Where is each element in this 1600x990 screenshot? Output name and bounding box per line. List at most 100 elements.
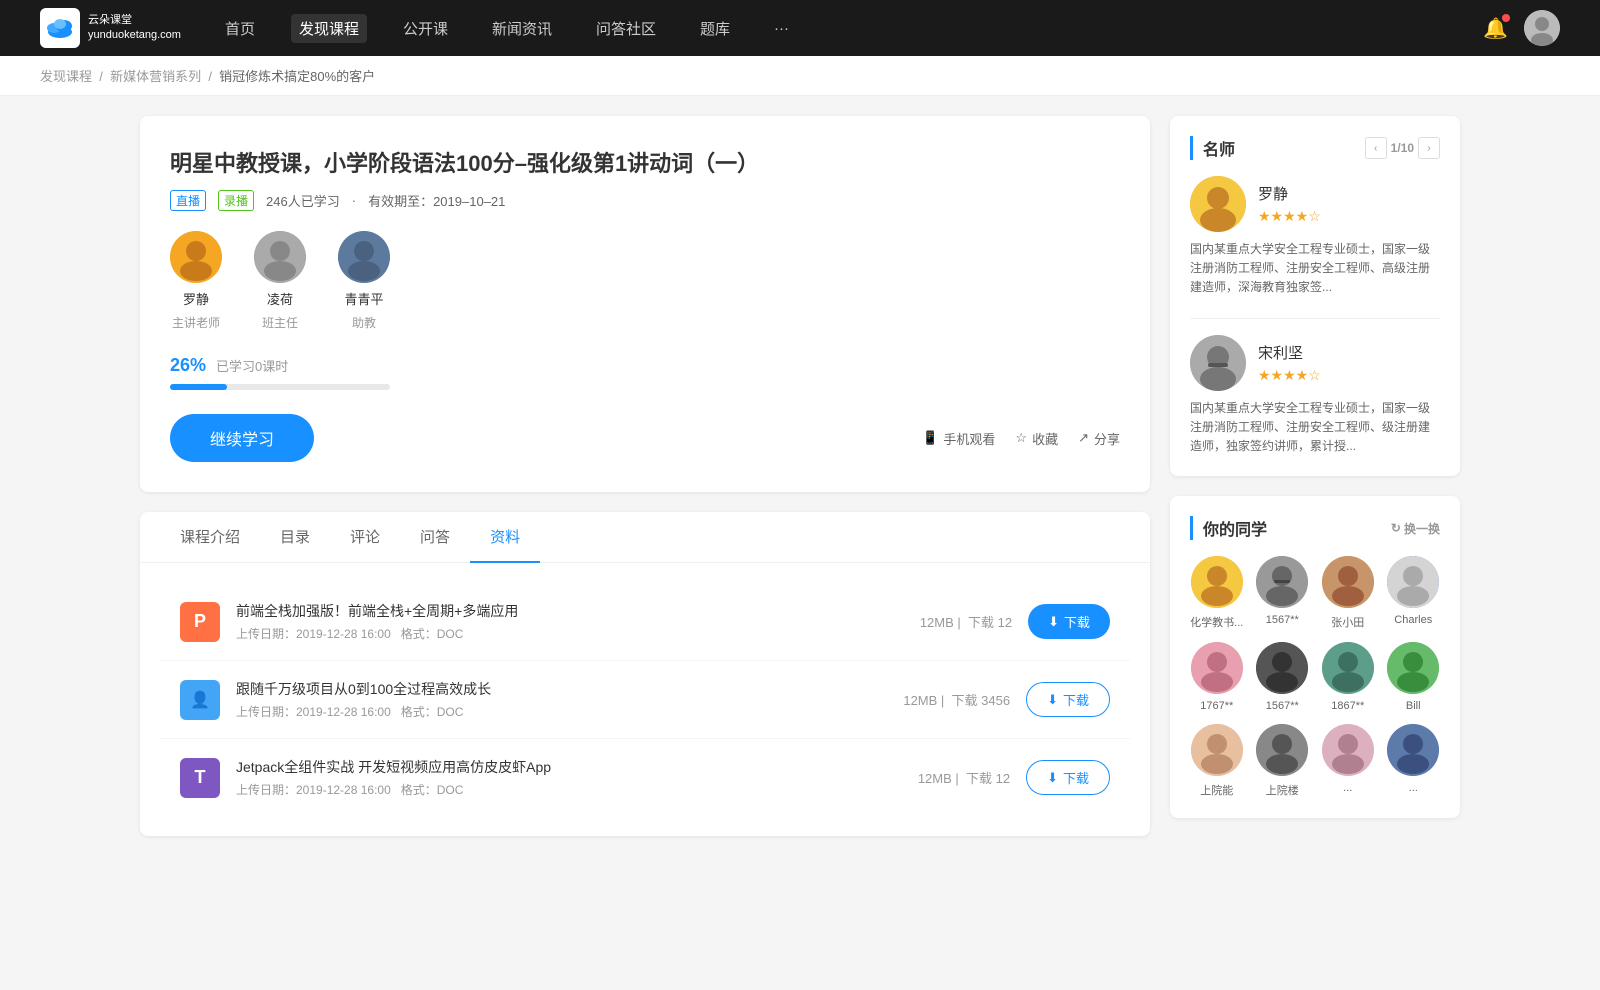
progress-pct: 26% <box>170 355 206 376</box>
share-link[interactable]: ↗ 分享 <box>1078 429 1120 448</box>
classmate-10-avatar[interactable] <box>1256 724 1308 776</box>
continue-button[interactable]: 继续学习 <box>170 414 314 462</box>
classmate-3-name: 张小田 <box>1331 614 1364 630</box>
resource-info-3: Jetpack全组件实战 开发短视频应用高仿皮皮虾App 上传日期：2019-1… <box>236 757 902 798</box>
resource-meta-1: 上传日期：2019-12-28 16:00 格式：DOC <box>236 625 904 642</box>
nav-item-more[interactable]: ··· <box>766 16 797 41</box>
classmate-4-avatar[interactable] <box>1387 556 1439 608</box>
tab-resources[interactable]: 资料 <box>470 512 540 563</box>
classmate-7: 1867** <box>1321 642 1375 712</box>
content-left: 明星中教授课，小学阶段语法100分–强化级第1讲动词（一） 直播 录播 246人… <box>140 116 1150 838</box>
nav-right: 🔔 <box>1483 10 1560 46</box>
resource-stats-2: 12MB | 下载 3456 <box>903 690 1010 709</box>
classmate-7-avatar[interactable] <box>1322 642 1374 694</box>
classmate-5: 1767** <box>1190 642 1244 712</box>
progress-bar-fill <box>170 384 227 390</box>
course-actions: 继续学习 📱 手机观看 ☆ 收藏 ↗ 分享 <box>170 414 1120 462</box>
nav-item-news[interactable]: 新闻资讯 <box>484 14 560 43</box>
classmate-3: 张小田 <box>1321 556 1375 630</box>
collect-link[interactable]: ☆ 收藏 <box>1015 429 1058 448</box>
nav-item-qa[interactable]: 问答社区 <box>588 14 664 43</box>
tab-catalog[interactable]: 目录 <box>260 512 330 563</box>
sidebar-teacher-1-header: 罗静 ★★★★☆ <box>1190 176 1440 232</box>
teacher-2-role: 班主任 <box>262 314 298 331</box>
sidebar-teacher-2-info: 宋利坚 ★★★★☆ <box>1258 342 1321 384</box>
action-links: 📱 手机观看 ☆ 收藏 ↗ 分享 <box>922 429 1120 448</box>
prev-teacher-btn[interactable]: ‹ <box>1365 137 1387 159</box>
teachers-row: 罗静 主讲老师 凌荷 班主任 <box>170 231 1120 331</box>
sidebar-page: 1/10 <box>1391 141 1414 155</box>
download-button-1[interactable]: ⬇ 下载 <box>1028 604 1110 639</box>
classmate-11-avatar[interactable] <box>1322 724 1374 776</box>
download-icon-3: ⬇ <box>1047 770 1058 786</box>
nav-item-home[interactable]: 首页 <box>217 14 263 43</box>
sidebar-teacher-1: 罗静 ★★★★☆ 国内某重点大学安全工程专业硕士，国家一级注册消防工程师、注册安… <box>1190 176 1440 298</box>
tabs-section: 课程介绍 目录 评论 问答 资料 P 前端全栈加强版！前端全栈+全周期+多端应用… <box>140 512 1150 836</box>
classmate-2-avatar[interactable] <box>1256 556 1308 608</box>
share-icon: ↗ <box>1078 430 1089 446</box>
nav-left: 云朵课堂 yunduoketang.com 首页 发现课程 公开课 新闻资讯 问… <box>40 8 797 48</box>
sidebar-right: 名师 ‹ 1/10 › <box>1170 116 1460 838</box>
classmate-12-avatar[interactable] <box>1387 724 1439 776</box>
bell-icon[interactable]: 🔔 <box>1483 16 1508 41</box>
classmate-5-avatar[interactable] <box>1191 642 1243 694</box>
nav-items: 首页 发现课程 公开课 新闻资讯 问答社区 题库 ··· <box>217 14 797 43</box>
sidebar-teacher-2-desc: 国内某重点大学安全工程专业硕士，国家一级注册消防工程师、注册安全工程师、级注册建… <box>1190 399 1440 457</box>
progress-desc: 已学习0课时 <box>216 356 288 375</box>
resource-title-3: Jetpack全组件实战 开发短视频应用高仿皮皮虾App <box>236 757 902 777</box>
course-meta: 直播 录播 246人已学习 · 有效期至：2019–10–21 <box>170 190 1120 211</box>
refresh-button[interactable]: ↻ 换一换 <box>1391 520 1440 537</box>
classmate-10-name: 上院楼 <box>1266 782 1299 798</box>
mobile-icon: 📱 <box>922 430 938 446</box>
nav-item-discover[interactable]: 发现课程 <box>291 14 367 43</box>
star-icon: ☆ <box>1015 430 1027 446</box>
sidebar-teacher-1-stars: ★★★★☆ <box>1258 208 1321 225</box>
resource-meta-3: 上传日期：2019-12-28 16:00 格式：DOC <box>236 781 902 798</box>
classmate-6-avatar[interactable] <box>1256 642 1308 694</box>
download-button-3[interactable]: ⬇ 下载 <box>1026 760 1110 795</box>
classmate-5-name: 1767** <box>1200 700 1233 712</box>
breadcrumb-discover[interactable]: 发现课程 <box>40 69 92 84</box>
refresh-icon: ↻ <box>1391 521 1401 535</box>
valid-until: 有效期至：2019–10–21 <box>368 191 505 210</box>
download-button-2[interactable]: ⬇ 下载 <box>1026 682 1110 717</box>
resource-stats-3: 12MB | 下载 12 <box>918 768 1010 787</box>
classmate-3-avatar[interactable] <box>1322 556 1374 608</box>
user-avatar[interactable] <box>1524 10 1560 46</box>
tab-qa[interactable]: 问答 <box>400 512 470 563</box>
resource-item-2: 👤 跟随千万级项目从0到100全过程高效成长 上传日期：2019-12-28 1… <box>160 661 1130 739</box>
sidebar-teacher-1-info: 罗静 ★★★★☆ <box>1258 183 1321 225</box>
classmate-8-avatar[interactable] <box>1387 642 1439 694</box>
teachers-card: 名师 ‹ 1/10 › <box>1170 116 1460 476</box>
sidebar-teacher-1-name: 罗静 <box>1258 183 1321 204</box>
resource-title-1: 前端全栈加强版！前端全栈+全周期+多端应用 <box>236 601 904 621</box>
classmate-9-avatar[interactable] <box>1191 724 1243 776</box>
teacher-1: 罗静 主讲老师 <box>170 231 222 331</box>
teacher-3-name: 青青平 <box>344 289 383 308</box>
mobile-watch-link[interactable]: 📱 手机观看 <box>922 429 995 448</box>
tab-intro[interactable]: 课程介绍 <box>160 512 260 563</box>
classmates-card: 你的同学 ↻ 换一换 化学教书... 1567** <box>1170 496 1460 818</box>
logo[interactable]: 云朵课堂 yunduoketang.com <box>40 8 181 48</box>
classmate-7-name: 1867** <box>1331 700 1364 712</box>
logo-icon <box>40 8 80 48</box>
teacher-3-role: 助教 <box>352 314 376 331</box>
resource-icon-1: P <box>180 602 220 642</box>
classmate-1: 化学教书... <box>1190 556 1244 630</box>
classmate-1-avatar[interactable] <box>1191 556 1243 608</box>
navbar: 云朵课堂 yunduoketang.com 首页 发现课程 公开课 新闻资讯 问… <box>0 0 1600 56</box>
classmate-8-name: Bill <box>1406 700 1421 712</box>
resource-item-3: T Jetpack全组件实战 开发短视频应用高仿皮皮虾App 上传日期：2019… <box>160 739 1130 816</box>
next-teacher-btn[interactable]: › <box>1418 137 1440 159</box>
breadcrumb-series[interactable]: 新媒体营销系列 <box>110 69 201 84</box>
nav-item-open[interactable]: 公开课 <box>395 14 456 43</box>
sidebar-teacher-1-avatar <box>1190 176 1246 232</box>
classmate-10: 上院楼 <box>1256 724 1310 798</box>
nav-item-exam[interactable]: 题库 <box>692 14 738 43</box>
logo-text: 云朵课堂 yunduoketang.com <box>88 13 181 44</box>
classmate-6-name: 1567** <box>1266 700 1299 712</box>
sidebar-teacher-2: 宋利坚 ★★★★☆ 国内某重点大学安全工程专业硕士，国家一级注册消防工程师、注册… <box>1190 335 1440 457</box>
tab-comments[interactable]: 评论 <box>330 512 400 563</box>
classmate-2: 1567** <box>1256 556 1310 630</box>
classmate-6: 1567** <box>1256 642 1310 712</box>
